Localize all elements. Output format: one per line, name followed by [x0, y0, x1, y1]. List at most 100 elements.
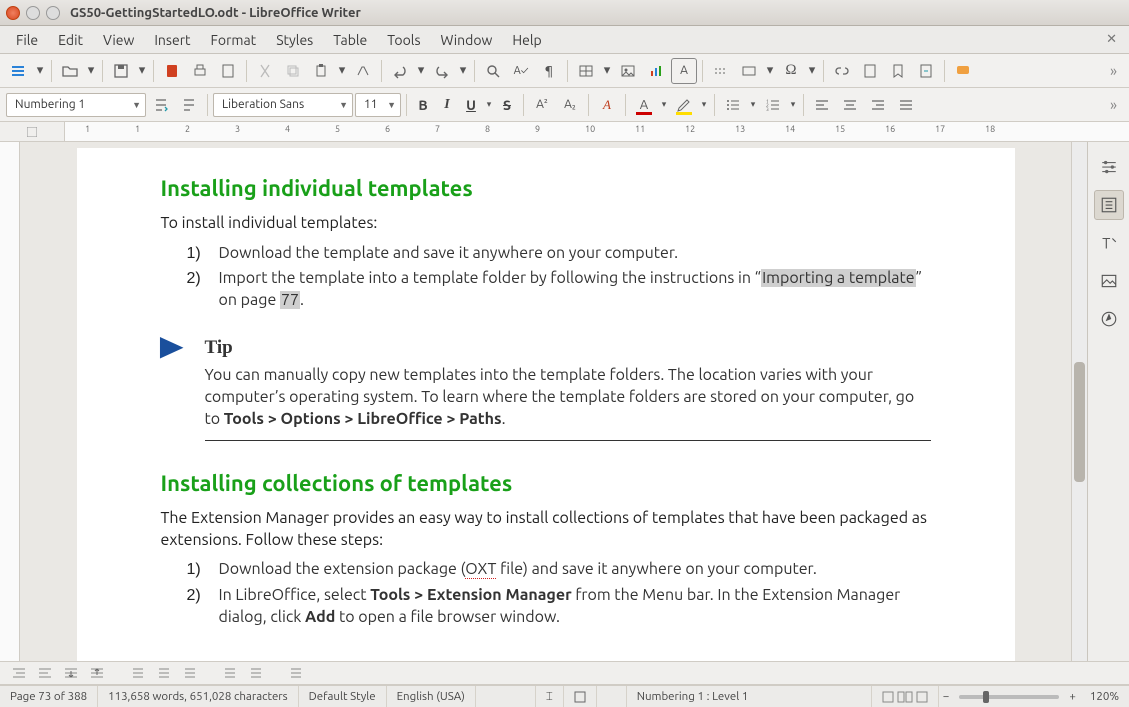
align-center-icon[interactable] [837, 92, 863, 118]
page-number-field[interactable]: 77 [280, 291, 300, 309]
new-style-icon[interactable] [176, 92, 202, 118]
numbered-list-icon[interactable]: 123 [760, 92, 786, 118]
status-view-layout[interactable] [872, 686, 939, 707]
toolbar-overflow-icon[interactable]: » [1104, 62, 1123, 79]
list-down-icon[interactable] [152, 663, 174, 683]
align-left-icon[interactable] [809, 92, 835, 118]
superscript-button[interactable]: A² [529, 92, 555, 118]
sidebar-settings-icon[interactable] [1094, 152, 1124, 182]
insert-textbox-icon[interactable]: A [671, 58, 697, 84]
list-item[interactable]: 2) Import the template into a template f… [187, 268, 931, 311]
font-size-select[interactable]: 11▼ [355, 93, 401, 117]
status-page[interactable]: Page 73 of 388 [0, 686, 98, 707]
menu-styles[interactable]: Styles [266, 28, 323, 52]
clone-formatting-icon[interactable] [350, 58, 376, 84]
heading-installing-individual[interactable]: Installing individual templates [161, 176, 931, 201]
status-modified-icon[interactable] [564, 686, 597, 707]
formatting-overflow-icon[interactable]: » [1104, 96, 1123, 113]
new-doc-dropdown-icon[interactable]: ▾ [34, 58, 46, 84]
font-color-dropdown-icon[interactable]: ▾ [659, 92, 669, 118]
list-text[interactable]: In LibreOffice, select Tools > Extension… [219, 585, 931, 628]
move-up-icon[interactable] [86, 663, 108, 683]
open-dropdown-icon[interactable]: ▾ [85, 58, 97, 84]
save-icon[interactable] [108, 58, 134, 84]
list-text[interactable]: Download the template and save it anywhe… [219, 243, 931, 265]
find-replace-icon[interactable] [480, 58, 506, 84]
para-intro-individual[interactable]: To install individual templates: [161, 213, 931, 235]
page-break-icon[interactable] [708, 58, 734, 84]
promote-outline-icon[interactable] [34, 663, 56, 683]
horizontal-ruler[interactable]: 1123456789101112131415161718 [65, 122, 1129, 141]
document-area[interactable]: Installing individual templates To insta… [20, 142, 1071, 661]
bookmark-icon[interactable] [885, 58, 911, 84]
insert-table-dropdown-icon[interactable]: ▾ [601, 58, 613, 84]
open-icon[interactable] [57, 58, 83, 84]
zoom-out-button[interactable]: − [939, 686, 954, 707]
paragraph-style-select[interactable]: Numbering 1▼ [6, 93, 146, 117]
menu-file[interactable]: File [6, 28, 48, 52]
list-item[interactable]: 1) Download the extension package (OXT f… [187, 559, 931, 581]
heading-installing-collections[interactable]: Installing collections of templates [161, 471, 931, 496]
underline-button[interactable]: U [460, 92, 482, 118]
list-up-icon[interactable] [178, 663, 200, 683]
menu-help[interactable]: Help [502, 28, 551, 52]
window-maximize-button[interactable] [46, 6, 60, 20]
font-name-select[interactable]: Liberation Sans▼ [213, 93, 353, 117]
cross-reference-field[interactable]: Importing a template [761, 269, 916, 287]
list-text[interactable]: Import the template into a template fold… [219, 268, 931, 311]
list-item[interactable]: 2) In LibreOffice, select Tools > Extens… [187, 585, 931, 628]
font-color-button[interactable]: A [631, 92, 657, 118]
restart-numbering-icon[interactable] [244, 663, 266, 683]
tip-heading[interactable]: Tip [205, 337, 931, 359]
menu-window[interactable]: Window [431, 28, 503, 52]
save-dropdown-icon[interactable]: ▾ [136, 58, 148, 84]
menu-insert[interactable]: Insert [144, 28, 200, 52]
insert-unnumbered-icon[interactable] [218, 663, 240, 683]
bold-button[interactable]: B [412, 92, 434, 118]
status-zoom[interactable]: 120% [1080, 686, 1129, 707]
formatting-marks-icon[interactable]: ¶ [536, 58, 562, 84]
scrollbar-thumb[interactable] [1074, 362, 1085, 482]
list-text[interactable]: Download the extension package (OXT file… [219, 559, 931, 581]
redo-icon[interactable] [429, 58, 455, 84]
demote-outline-icon[interactable] [8, 663, 30, 683]
window-close-button[interactable] [6, 6, 20, 20]
comment-icon[interactable] [950, 58, 976, 84]
numbered-dropdown-icon[interactable]: ▾ [788, 92, 798, 118]
menu-view[interactable]: View [93, 28, 144, 52]
clear-formatting-icon[interactable]: A [594, 92, 620, 118]
status-insert-mode[interactable] [476, 686, 536, 707]
vertical-scrollbar[interactable] [1071, 142, 1087, 661]
print-preview-icon[interactable] [215, 58, 241, 84]
footnote-icon[interactable] [857, 58, 883, 84]
zoom-slider[interactable] [959, 695, 1059, 699]
status-selection-mode-icon[interactable]: ⌶ [536, 686, 564, 707]
align-justify-icon[interactable] [893, 92, 919, 118]
subscript-button[interactable]: A₂ [557, 92, 583, 118]
zoom-knob[interactable] [983, 691, 989, 703]
insert-table-icon[interactable] [573, 58, 599, 84]
cut-icon[interactable] [252, 58, 278, 84]
align-right-icon[interactable] [865, 92, 891, 118]
underline-dropdown-icon[interactable]: ▾ [484, 92, 494, 118]
insert-field-icon[interactable] [736, 58, 762, 84]
no-list-icon[interactable] [126, 663, 148, 683]
paste-icon[interactable] [308, 58, 334, 84]
para-intro-collections[interactable]: The Extension Manager provides an easy w… [161, 508, 931, 551]
italic-button[interactable]: I [436, 92, 458, 118]
sidebar-properties-icon[interactable] [1094, 190, 1124, 220]
redo-dropdown-icon[interactable]: ▾ [457, 58, 469, 84]
hyperlink-icon[interactable] [829, 58, 855, 84]
special-char-dropdown-icon[interactable]: ▾ [806, 58, 818, 84]
document-page[interactable]: Installing individual templates To insta… [77, 148, 1015, 661]
update-style-icon[interactable] [148, 92, 174, 118]
bullet-list-icon[interactable] [720, 92, 746, 118]
strikethrough-button[interactable]: S [496, 92, 518, 118]
zoom-in-button[interactable]: + [1065, 690, 1080, 703]
sidebar-styles-icon[interactable]: T [1094, 228, 1124, 258]
menu-table[interactable]: Table [323, 28, 377, 52]
tip-body[interactable]: You can manually copy new templates into… [205, 365, 931, 430]
window-minimize-button[interactable] [26, 6, 40, 20]
status-signature[interactable] [597, 686, 627, 707]
menu-edit[interactable]: Edit [48, 28, 93, 52]
